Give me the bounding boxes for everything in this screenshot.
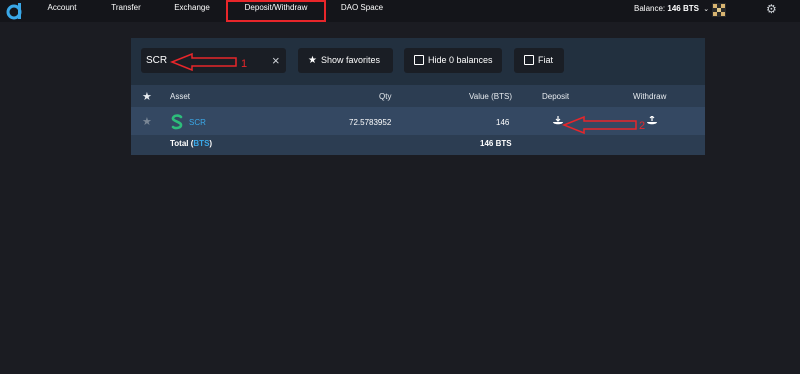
total-label: Total (BTS) — [170, 139, 212, 148]
header-qty[interactable]: Qty — [379, 92, 391, 101]
avatar[interactable] — [712, 3, 726, 17]
favorite-star-icon[interactable]: ★ — [142, 115, 152, 128]
search-input[interactable]: SCR × — [141, 48, 286, 73]
balances-panel: SCR × ★ Show favorites Hide 0 balances Fi… — [131, 38, 705, 155]
show-favorites-button[interactable]: ★ Show favorites — [298, 48, 393, 73]
header-withdraw: Withdraw — [633, 92, 667, 101]
checkbox-icon[interactable] — [414, 54, 424, 65]
nav-deposit-withdraw[interactable]: Deposit/Withdraw — [226, 0, 326, 22]
total-label-end: ) — [209, 139, 213, 148]
table-header: ★ Asset Qty Value (BTS) Deposit Withdraw — [131, 85, 705, 107]
logo-icon[interactable] — [5, 2, 25, 20]
star-icon[interactable]: ★ — [142, 90, 152, 103]
header-deposit: Deposit — [542, 92, 570, 101]
show-favorites-label: Show favorites — [320, 55, 380, 65]
qty-value: 72.5783952 — [349, 118, 392, 127]
balance-value: 146 BTS — [667, 4, 699, 13]
total-value: 146 BTS — [480, 139, 512, 148]
balance-label: Balance: — [634, 4, 666, 13]
annotation-marker-2: 2 — [639, 120, 646, 132]
chevron-down-icon: ⌄ — [703, 6, 710, 13]
nav-exchange[interactable]: Exchange — [174, 0, 210, 22]
nav-dao-space[interactable]: DAO Space — [340, 0, 384, 22]
search-input-value[interactable]: SCR — [146, 55, 167, 66]
star-icon: ★ — [308, 55, 317, 66]
balance-display[interactable]: Balance: 146 BTS ⌄ — [634, 4, 709, 13]
nav-account[interactable]: Account — [46, 0, 78, 22]
fiat-label: Fiat — [538, 55, 554, 65]
total-unit-link[interactable]: BTS — [193, 139, 209, 148]
header-asset[interactable]: Asset — [170, 92, 190, 101]
withdraw-icon[interactable] — [646, 116, 658, 126]
close-icon[interactable]: × — [272, 53, 280, 68]
scr-asset-icon — [171, 114, 183, 130]
table-row: ★ SCR 72.5783952 146 — [131, 107, 705, 135]
top-nav-bar: Account Transfer Exchange Deposit/Withdr… — [0, 0, 800, 22]
hide-zero-balances-toggle[interactable]: Hide 0 balances — [404, 48, 502, 73]
total-row: Total (BTS) 146 BTS — [131, 135, 705, 155]
asset-link[interactable]: SCR — [189, 118, 206, 127]
checkbox-icon[interactable] — [524, 54, 534, 65]
fiat-toggle[interactable]: Fiat — [514, 48, 564, 73]
filter-bar: SCR × ★ Show favorites Hide 0 balances Fi… — [131, 38, 705, 85]
nav-transfer[interactable]: Transfer — [110, 0, 142, 22]
hide-zero-balances-label: Hide 0 balances — [428, 55, 493, 65]
annotation-marker-1: 1 — [241, 58, 248, 70]
deposit-icon[interactable] — [552, 116, 564, 126]
bts-value: 146 — [496, 118, 510, 127]
gear-icon[interactable]: ⚙ — [766, 2, 777, 16]
header-value[interactable]: Value (BTS) — [469, 92, 512, 101]
total-label-text: Total ( — [170, 139, 194, 148]
